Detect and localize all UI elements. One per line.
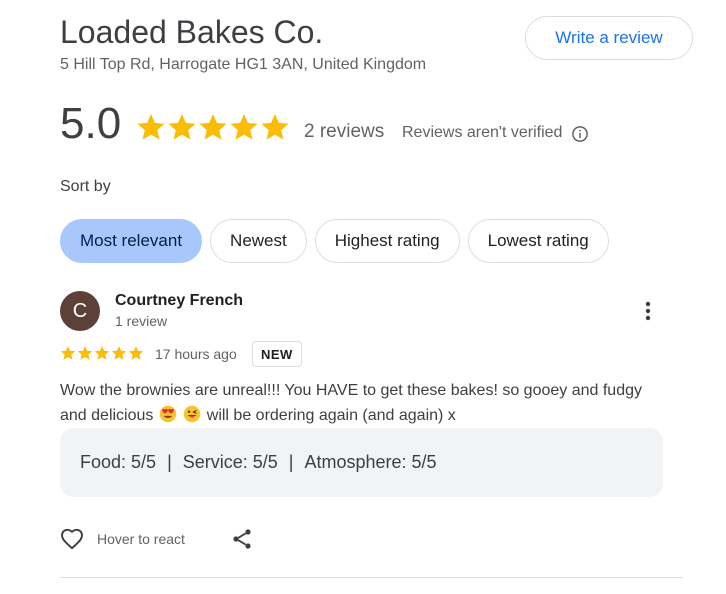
review-text-part2: will be ordering again (and again) x xyxy=(206,407,456,424)
winking-tongue-emoji-icon xyxy=(184,405,201,423)
star-icon xyxy=(261,114,289,140)
attribute-separator: | xyxy=(167,452,172,472)
info-icon[interactable] xyxy=(571,125,589,143)
review-divider xyxy=(60,577,683,578)
more-vert-icon xyxy=(645,301,651,321)
more-options-button[interactable] xyxy=(636,299,660,323)
sort-newest-chip[interactable]: Newest xyxy=(210,219,307,263)
review-count[interactable]: 2 reviews xyxy=(304,121,384,143)
star-icon xyxy=(230,114,258,140)
review-time: 17 hours ago xyxy=(155,346,237,362)
sort-by-label: Sort by xyxy=(60,178,111,195)
star-icon xyxy=(60,346,76,360)
sort-options: Most relevant Newest Highest rating Lowe… xyxy=(60,219,609,263)
review-attributes: Food: 5/5 | Service: 5/5 | Atmosphere: 5… xyxy=(60,428,663,497)
sort-most-relevant-chip[interactable]: Most relevant xyxy=(60,219,203,263)
star-icon xyxy=(94,346,110,360)
reviewer-name[interactable]: Courtney French xyxy=(115,292,243,310)
average-rating: 5.0 xyxy=(60,99,122,148)
reviewer-review-count: 1 review xyxy=(115,313,168,329)
reviewer-avatar[interactable]: C xyxy=(60,291,100,331)
sort-lowest-rating-chip[interactable]: Lowest rating xyxy=(467,219,609,263)
write-review-button[interactable]: Write a review xyxy=(525,16,693,60)
business-name: Loaded Bakes Co. xyxy=(60,14,324,50)
star-icon xyxy=(77,346,93,360)
review-stars xyxy=(60,345,144,361)
rating-stars xyxy=(136,112,290,142)
attribute-separator: | xyxy=(288,452,294,472)
business-address: 5 Hill Top Rd, Harrogate HG1 3AN, United… xyxy=(60,56,427,73)
star-icon xyxy=(111,346,127,360)
review-text: Wow the brownies are unreal!!! You HAVE … xyxy=(60,378,660,428)
atmosphere-rating: Atmosphere: 5/5 xyxy=(304,452,437,472)
share-icon[interactable] xyxy=(230,527,254,551)
star-icon xyxy=(199,114,227,140)
heart-icon xyxy=(61,528,83,550)
new-badge: NEW xyxy=(252,341,302,367)
star-icon xyxy=(137,114,165,140)
unverified-notice: Reviews aren't verified xyxy=(402,124,563,141)
star-icon xyxy=(128,346,144,360)
food-rating: Food: 5/5 xyxy=(80,452,157,472)
star-icon xyxy=(168,114,196,140)
heart-eyes-emoji-icon xyxy=(159,405,177,423)
react-label: Hover to react xyxy=(97,531,185,547)
service-rating: Service: 5/5 xyxy=(182,452,278,472)
react-button[interactable]: Hover to react xyxy=(59,526,185,552)
sort-highest-rating-chip[interactable]: Highest rating xyxy=(314,219,460,263)
